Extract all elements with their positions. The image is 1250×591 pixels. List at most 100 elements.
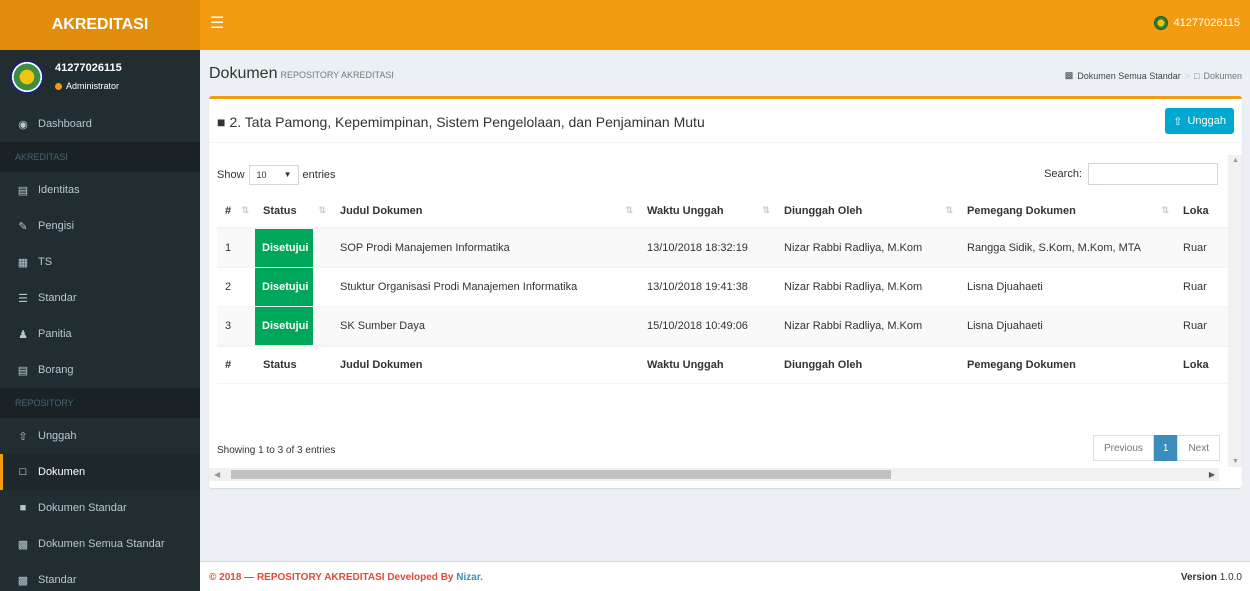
footer-author-link[interactable]: Nizar [456,572,480,583]
footer-column-label: # [217,345,255,384]
bank-icon: ▤ [17,184,29,197]
column-header-status[interactable]: Status ⇅ [255,194,332,229]
sidebar-item-panitia[interactable]: ♟ Panitia [0,316,200,352]
page-button-current[interactable]: 1 [1153,435,1178,461]
sidebar-toggle-icon[interactable]: ☰ [210,14,224,34]
breadcrumb: ▩ Dokumen Semua Standar > □ Dokumen [1065,70,1242,81]
page-length-value: 10 [256,170,267,180]
previous-button[interactable]: Previous [1092,435,1154,461]
entries-label: entries [302,169,336,181]
sidebar-item-ts[interactable]: ▦ TS [0,244,200,280]
app-logo[interactable]: AKREDITASI [0,0,200,50]
sidebar-item-identitas[interactable]: ▤ Identitas [0,172,200,208]
search-input[interactable] [1088,163,1218,185]
page-footer: © 2018 — REPOSITORY AKREDITASI Developed… [200,561,1250,591]
show-label: Show [217,169,245,181]
user-avatar-icon [1153,16,1168,30]
pencil-icon: ✎ [18,220,28,233]
user-panel: 41277026115 Administrator [0,50,200,106]
status-badge: Disetujui [255,268,313,306]
cell-pemegang: Lisna Djuahaeti [959,267,1175,307]
cell-number: 2 [217,267,255,307]
box-header: ■ 2. Tata Pamong, Kepemimpinan, Sistem Pe… [209,99,1242,143]
breadcrumb-current: Dokumen [1203,70,1242,81]
footer-copyright: © 2018 — REPOSITORY AKREDITASI Developed… [209,572,483,583]
user-menu-label: 41277026115 [1173,17,1240,29]
footer-version: Version 1.0.0 [1181,572,1242,583]
sort-asc-icon: ⇅ [241,205,249,215]
user-role: Administrator [55,81,119,91]
sidebar-item-label: TS [38,256,53,268]
column-label: Pemegang Dokumen [967,204,1076,217]
sidebar-item-standar-repo[interactable]: ▩ Standar [0,562,200,591]
scrollbar-thumb[interactable] [231,470,891,479]
vertical-scrollbar[interactable]: ▲ ▼ [1228,155,1242,467]
table-row: 3 Disetujui SK Sumber Daya 15/10/2018 10… [217,306,1242,347]
content-header: Dokumen REPOSITORY AKREDITASI ▩ Dokumen S… [200,50,1250,96]
cell-oleh: Nizar Rabbi Radliya, M.Kom [776,267,959,307]
column-label: Diunggah Oleh [784,204,863,217]
sidebar-item-dokumen[interactable]: □ Dokumen [0,454,200,490]
list-icon: ☰ [18,292,28,305]
scroll-down-icon[interactable]: ▼ [1232,458,1239,465]
column-label: # [225,204,232,217]
sidebar-item-label: Dokumen Semua Standar [38,538,165,550]
sidebar-item-unggah[interactable]: ⇧ Unggah [0,418,200,454]
sort-icon: ⇅ [945,205,953,215]
sidebar-item-label: Dashboard [38,118,92,130]
column-label: Judul Dokumen [340,204,423,217]
sidebar-item-standar[interactable]: ☰ Standar [0,280,200,316]
horizontal-scrollbar[interactable]: ◀ ▶ [209,468,1219,481]
table-footer-row: # Status Judul Dokumen Waktu Unggah Diun… [217,345,1242,384]
file-solid-icon: ■ [19,502,27,514]
page-title: Dokumen REPOSITORY AKREDITASI [209,65,394,83]
cell-judul: Stuktur Organisasi Prodi Manajemen Infor… [332,267,639,307]
archive-icon: ▩ [17,574,29,587]
table-row: 2 Disetujui Stuktur Organisasi Prodi Man… [217,267,1242,307]
breadcrumb-link[interactable]: Dokumen Semua Standar [1077,71,1181,81]
sidebar-item-pengisi[interactable]: ✎ Pengisi [0,208,200,244]
column-label: Waktu Unggah [647,204,724,217]
scroll-right-icon[interactable]: ▶ [1209,468,1215,481]
next-button[interactable]: Next [1177,435,1220,461]
page-subtitle: REPOSITORY AKREDITASI [280,70,394,80]
unggah-button[interactable]: ⇧ Unggah [1165,108,1234,134]
table-header-row: # ⇅ Status ⇅ Judul Dokumen ⇅ Waktu Unggah ⇅ … [217,194,1242,229]
column-header-pemegang[interactable]: Pemegang Dokumen ⇅ [959,194,1175,229]
cell-oleh: Nizar Rabbi Radliya, M.Kom [776,306,959,347]
column-header-judul[interactable]: Judul Dokumen ⇅ [332,194,639,229]
box-title-text: 2. Tata Pamong, Kepemimpinan, Sistem Pen… [229,114,705,130]
cell-number: 1 [217,228,255,268]
cell-waktu: 13/10/2018 18:32:19 [639,228,776,268]
sidebar-item-label: Unggah [38,430,77,442]
sidebar-item-label: Dokumen Standar [38,502,127,514]
column-header-oleh[interactable]: Diunggah Oleh ⇅ [776,194,959,229]
status-badge: Disetujui [255,307,313,345]
upload-icon: ⇧ [18,430,28,443]
top-navbar: AKREDITASI ☰ 41277026115 [0,0,1250,50]
calendar-icon: ▦ [17,256,29,269]
sidebar-item-label: Dokumen [38,466,86,478]
sort-icon: ⇅ [762,205,770,215]
cell-oleh: Nizar Rabbi Radliya, M.Kom [776,228,959,268]
sidebar-item-borang[interactable]: ▤ Borang [0,352,200,388]
sidebar-item-label: Panitia [38,328,72,340]
upload-icon: ⇧ [1173,115,1183,128]
column-header-number[interactable]: # ⇅ [217,194,255,229]
status-dot-icon [55,82,62,90]
scroll-left-icon[interactable]: ◀ [214,468,220,481]
footer-column-label: Judul Dokumen [332,345,639,384]
version-label: Version [1180,572,1217,583]
search-label: Search: [1044,168,1082,180]
user-menu[interactable]: 41277026115 [1153,16,1240,30]
sidebar-item-dokumen-standar[interactable]: ■ Dokumen Standar [0,490,200,526]
footer-column-label: Pemegang Dokumen [959,345,1175,384]
sidebar-item-label: Identitas [38,184,80,196]
column-header-waktu[interactable]: Waktu Unggah ⇅ [639,194,776,229]
page-length-select[interactable]: 10 ▼ [248,165,299,185]
sidebar-item-dashboard[interactable]: ◉ Dashboard [0,106,200,142]
sidebar-item-dokumen-semua-standar[interactable]: ▩ Dokumen Semua Standar [0,526,200,562]
table-row: 1 Disetujui SOP Prodi Manajemen Informat… [217,228,1242,268]
scroll-up-icon[interactable]: ▲ [1232,157,1239,164]
cell-judul: SK Sumber Daya [332,306,639,347]
